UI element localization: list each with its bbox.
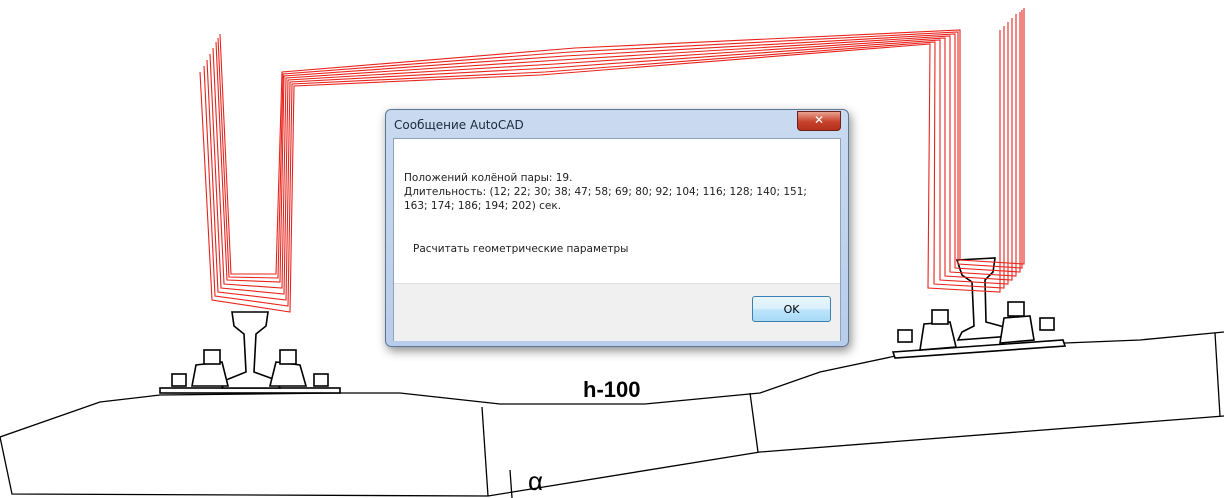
close-button[interactable]: ✕ (797, 111, 841, 131)
calc-parameters-text: Расчитать геометрические параметры (413, 243, 629, 255)
left-rail-assembly (159, 311, 341, 394)
right-rail-assembly (891, 257, 1067, 359)
dialog-footer: OK (394, 283, 840, 341)
message-line-duration-cont: 163; 174; 186; 194; 202) сек. (404, 200, 562, 212)
dimension-label: h-100 (583, 377, 641, 402)
message-line-duration: Длительность: (12; 22; 30; 38; 47; 58; 6… (404, 186, 807, 198)
angle-label: α (528, 466, 544, 496)
message-line-positions: Положений колёной пары: 19. (404, 172, 573, 184)
roadbed-outline (0, 331, 1224, 498)
autocad-message-dialog: Сообщение AutoCAD ✕ Положений колёной па… (385, 109, 849, 347)
ok-button[interactable]: OK (752, 296, 831, 322)
dialog-message: Положений колёной пары: 19. Длительность… (404, 171, 834, 213)
close-icon: ✕ (813, 113, 825, 127)
dialog-body: Положений колёной пары: 19. Длительность… (393, 138, 841, 341)
dialog-title: Сообщение AutoCAD (394, 118, 524, 132)
